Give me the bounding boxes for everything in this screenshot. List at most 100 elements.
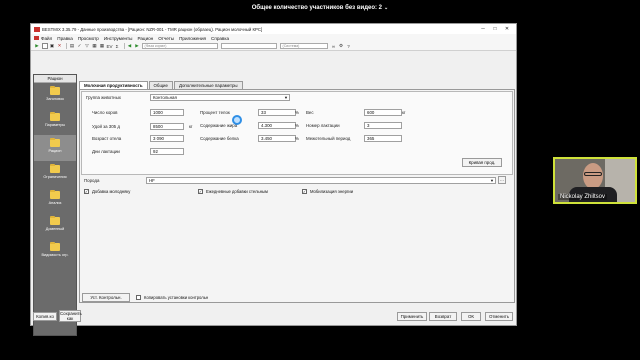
fat-field[interactable]: 4.300 — [258, 122, 296, 129]
grid-icon[interactable]: ▦ — [99, 43, 105, 49]
menu-bar: Файл Правка Просмотр Инструменты Рацион … — [31, 34, 516, 42]
weight-field[interactable]: 600 — [364, 109, 402, 116]
ok-button[interactable]: ОК — [461, 312, 481, 321]
youngstock-label: Добавка молодняку — [92, 189, 131, 194]
save-icon[interactable]: ▣ — [49, 43, 55, 49]
breed-value: HF — [149, 178, 155, 183]
weight-label: Вес — [306, 110, 314, 115]
sidebar-item-label: Видимость огр. — [41, 253, 69, 257]
tab-additional[interactable]: Дополнительные параметры — [173, 81, 243, 89]
folder-icon — [50, 163, 60, 173]
new-icon[interactable]: ▶ — [34, 43, 40, 49]
menu-ration[interactable]: Рацион — [137, 36, 153, 41]
sidebar-item-constraints[interactable]: Ограничения — [34, 161, 76, 187]
forward-icon[interactable]: ▶ — [134, 43, 140, 49]
glasses-shape — [584, 172, 602, 176]
feeding-phase-select[interactable]: (Фаза кормл) — [141, 43, 218, 49]
protein-label: Содержание белка — [200, 136, 239, 141]
sidebar-item-parameters[interactable]: Параметры — [34, 109, 76, 135]
binoculars-icon[interactable]: ∞ — [331, 43, 337, 49]
lactation-days-field[interactable]: 92 — [150, 148, 184, 155]
pregnant-supplement-label: Ежедневные добавки стельным — [206, 189, 268, 194]
copy-control-checkbox[interactable]: Копировать установки контрольн — [136, 295, 208, 300]
copy-icon[interactable] — [41, 43, 48, 49]
fat-unit: % — [295, 123, 299, 128]
app-logo-icon — [34, 26, 40, 32]
sidebar-item-domain[interactable]: Доменный — [34, 213, 76, 239]
app-menu-icon[interactable] — [34, 36, 39, 40]
apply-button[interactable]: Применить — [397, 312, 427, 321]
check-icon[interactable]: ✓ — [77, 43, 83, 49]
protein-field[interactable]: 3.450 — [258, 135, 296, 142]
youngstock-checkbox[interactable]: ✓ Добавка молодняку — [84, 189, 130, 194]
participants-banner[interactable]: Общее количество участников без видео: 2… — [248, 2, 392, 14]
settings-icon[interactable]: ⚙ — [338, 43, 344, 49]
group-value: Контольная — [153, 95, 177, 100]
sidebar-item-label: Заголовок — [46, 97, 64, 101]
breed-select[interactable]: HF ▼ — [146, 177, 496, 184]
breed-browse-button[interactable]: … — [498, 176, 506, 184]
secondary-select[interactable] — [220, 43, 277, 49]
menu-file[interactable]: Файл — [41, 36, 52, 41]
chevron-down-icon: ▼ — [284, 95, 288, 100]
chevron-down-icon: ⌄ — [384, 5, 389, 11]
back-icon[interactable]: ◀ — [127, 43, 133, 49]
calc-icon[interactable]: ▦ — [92, 43, 98, 49]
participant-name: Nickolay Zhiltsov — [558, 194, 608, 200]
production-panel: Группа животных Контольная ▼ Число коров … — [81, 91, 513, 175]
checkbox-checked-icon: ✓ — [84, 188, 89, 194]
energy-mobilization-checkbox[interactable]: ✓ Мобилизация энергии — [302, 189, 353, 194]
menu-edit[interactable]: Правка — [57, 36, 73, 41]
sidebar-item-header[interactable]: Заголовок — [34, 83, 76, 109]
chevron-down-icon: ▼ — [490, 178, 494, 183]
protein-unit: % — [295, 136, 299, 141]
calving-age-label: Возраст отела — [92, 136, 122, 141]
yield-field[interactable]: 8500 — [150, 123, 184, 130]
sidebar-item-visibility[interactable]: Видимость огр. — [34, 239, 76, 265]
folder-icon — [50, 111, 60, 121]
save-as-button[interactable]: Сохранить как — [59, 310, 82, 322]
lactation-curve-button[interactable]: Кривая прод. — [462, 158, 502, 167]
set-control-button[interactable]: Уст. Контрольн. — [82, 293, 130, 302]
cows-field[interactable]: 1000 — [150, 109, 184, 116]
participant-video-tile[interactable]: Nickolay Zhiltsov — [553, 157, 637, 204]
delete-icon[interactable]: ✕ — [57, 43, 63, 49]
menu-help[interactable]: Справка — [211, 36, 229, 41]
minimize-button[interactable]: ─ — [477, 26, 489, 32]
group-select[interactable]: Контольная ▼ — [150, 94, 290, 101]
sidebar-item-analysis[interactable]: Анализ — [34, 187, 76, 213]
cancel-button[interactable]: Отменить — [485, 312, 513, 321]
pregnant-supplement-checkbox[interactable]: ✓ Ежедневные добавки стельным — [198, 189, 268, 194]
lactation-number-field[interactable]: 3 — [364, 122, 402, 129]
help-icon[interactable]: ? — [346, 43, 352, 49]
menu-view[interactable]: Просмотр — [78, 36, 99, 41]
close-button[interactable]: ✕ — [501, 26, 513, 32]
weight-unit: кг — [402, 110, 406, 115]
ev-icon[interactable]: EV — [107, 43, 113, 49]
heifer-pct-label: Процент телок — [200, 110, 230, 115]
system-select[interactable]: (Система) — [279, 43, 328, 49]
print-icon[interactable]: ▤ — [69, 43, 75, 49]
back-button[interactable]: Возврат — [429, 312, 457, 321]
heifer-pct-field[interactable]: 33 — [258, 109, 296, 116]
lactation-number-label: Номер лактации — [306, 123, 340, 128]
toolbar-separator — [123, 43, 125, 49]
filter-icon[interactable]: ▽ — [84, 43, 90, 49]
tab-general[interactable]: Общие — [148, 81, 173, 89]
folder-icon — [50, 189, 60, 199]
copy-button[interactable]: Копия.ко — [33, 312, 57, 321]
participants-label: Общее количество участников без видео: 2 — [251, 5, 383, 11]
maximize-button[interactable]: □ — [489, 26, 501, 32]
menu-reports[interactable]: Отчеты — [158, 36, 174, 41]
sidebar-item-ration[interactable]: Рацион — [34, 135, 76, 161]
calving-interval-field[interactable]: 365 — [364, 135, 402, 142]
sidebar-item-label: Рацион — [48, 149, 62, 153]
fat-label: Содержание жира — [200, 123, 238, 128]
calving-interval-label: Межотельный период — [306, 136, 351, 141]
calving-age-field[interactable]: 3 090 — [150, 135, 184, 142]
sidebar-item-label: Доменный — [45, 227, 65, 231]
menu-tools[interactable]: Инструменты — [104, 36, 133, 41]
menu-apps[interactable]: Приложения — [179, 36, 206, 41]
yield-label: Удой за 305 д — [92, 124, 120, 129]
sum-icon[interactable]: Σ — [114, 43, 120, 49]
